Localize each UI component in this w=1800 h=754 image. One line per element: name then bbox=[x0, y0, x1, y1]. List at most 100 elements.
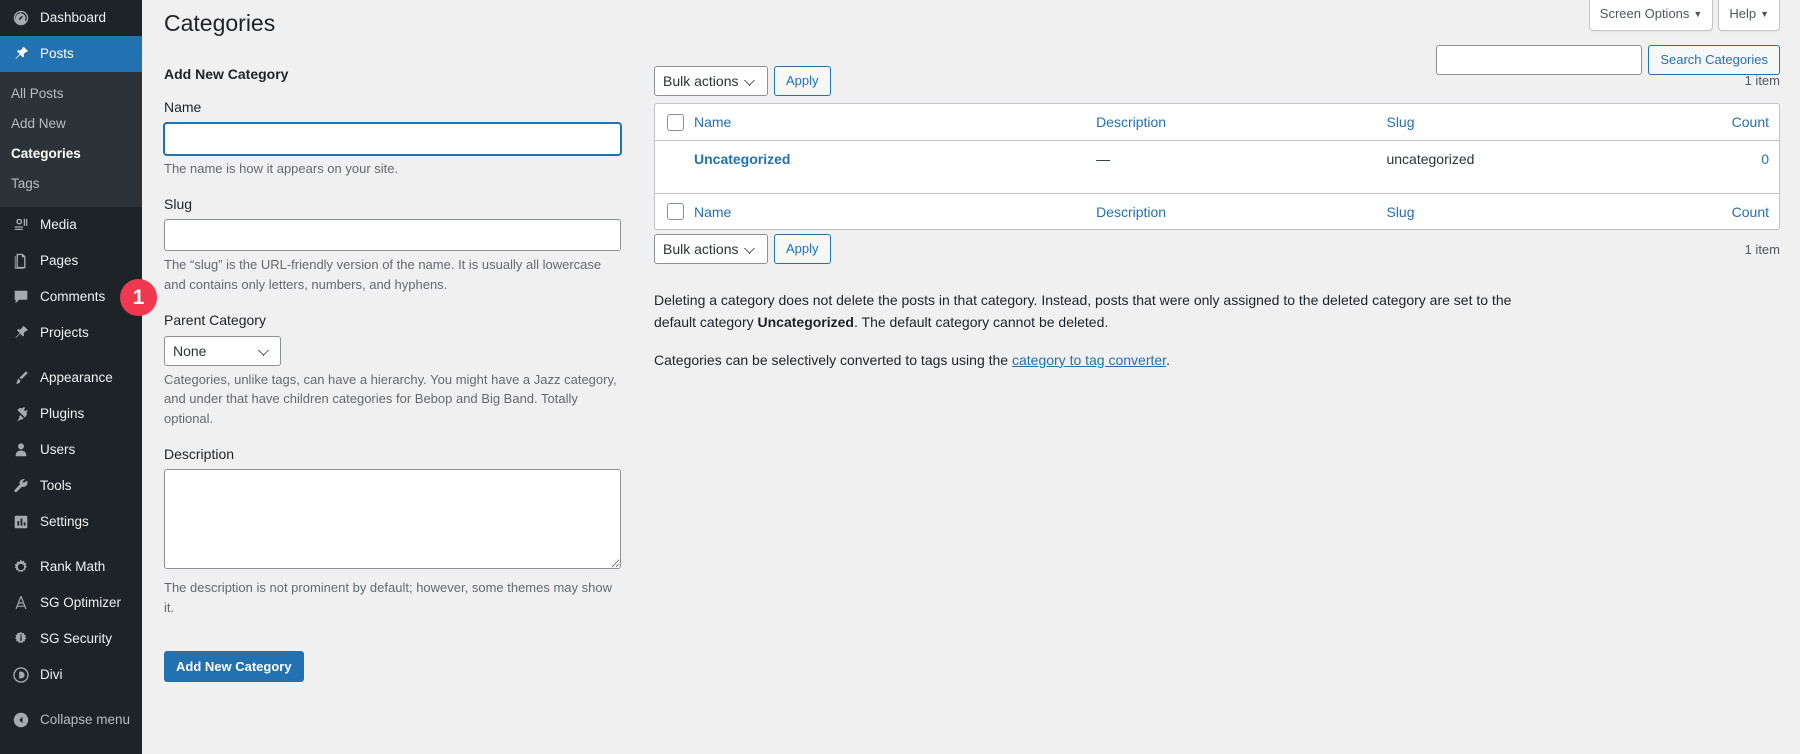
name-help-text: The name is how it appears on your site. bbox=[164, 159, 619, 179]
sidebar-item-label: Dashboard bbox=[40, 9, 106, 27]
name-input[interactable] bbox=[164, 123, 621, 155]
name-label: Name bbox=[164, 98, 621, 122]
add-new-category-submit-button[interactable]: Add New Category bbox=[164, 651, 304, 682]
sidebar-item-label: SG Optimizer bbox=[40, 594, 121, 612]
sidebar-item-label: Users bbox=[40, 441, 75, 459]
divi-icon bbox=[11, 665, 31, 685]
sidebar-item-pages[interactable]: Pages bbox=[0, 243, 142, 279]
row-select-cell bbox=[655, 141, 684, 193]
help-button[interactable]: Help▼ bbox=[1718, 0, 1780, 31]
search-input[interactable] bbox=[1436, 45, 1642, 75]
parent-category-select[interactable]: None bbox=[164, 336, 281, 366]
sidebar-item-plugins[interactable]: Plugins bbox=[0, 396, 142, 432]
sidebar-item-media[interactable]: Media bbox=[0, 207, 142, 243]
sidebar-item-label: Posts bbox=[40, 45, 74, 63]
form-title: Add New Category bbox=[164, 65, 621, 85]
sidebar-item-settings[interactable]: Settings bbox=[0, 504, 142, 540]
tablenav-bottom: Bulk actions Apply 1 item bbox=[654, 230, 1780, 268]
collapse-arrow-icon bbox=[11, 710, 31, 730]
column-footer-description[interactable]: Description bbox=[1086, 193, 1376, 230]
main-content: Screen Options▼ Help▼ Categories Search … bbox=[142, 0, 1800, 754]
sidebar-item-add-new[interactable]: Add New bbox=[0, 109, 142, 139]
plug-icon bbox=[11, 404, 31, 424]
table-footer-row: Name Description Slug Count bbox=[655, 193, 1779, 230]
select-all-checkbox[interactable] bbox=[667, 114, 684, 131]
category-name-link[interactable]: Uncategorized bbox=[694, 151, 790, 167]
page-title: Categories bbox=[164, 0, 1780, 43]
media-icon bbox=[11, 215, 31, 235]
sidebar-item-label: Settings bbox=[40, 513, 89, 531]
sidebar-item-divi[interactable]: Divi bbox=[0, 657, 142, 693]
slug-label: Slug bbox=[164, 195, 621, 219]
column-header-description[interactable]: Description bbox=[1086, 104, 1376, 141]
description-textarea[interactable] bbox=[164, 469, 621, 569]
apply-button-bottom[interactable]: Apply bbox=[774, 234, 831, 264]
table-head: Name Description Slug Count bbox=[655, 104, 1779, 141]
sidebar-item-posts[interactable]: Posts bbox=[0, 36, 142, 72]
screen-options-button[interactable]: Screen Options▼ bbox=[1589, 0, 1714, 31]
column-header-count[interactable]: Count bbox=[1645, 104, 1779, 141]
sidebar-item-tools[interactable]: Tools bbox=[0, 468, 142, 504]
brush-icon bbox=[11, 368, 31, 388]
sidebar-item-users[interactable]: Users bbox=[0, 432, 142, 468]
column-footer-count[interactable]: Count bbox=[1645, 193, 1779, 230]
annotation-badge-1: 1 bbox=[120, 279, 157, 316]
sidebar-item-rank-math[interactable]: Rank Math bbox=[0, 549, 142, 585]
sidebar-item-dashboard[interactable]: Dashboard bbox=[0, 0, 142, 36]
shield-gear-icon bbox=[11, 629, 31, 649]
converter-text-part-2: . bbox=[1166, 352, 1170, 368]
help-label: Help bbox=[1729, 6, 1756, 21]
chevron-down-icon: ▼ bbox=[1693, 9, 1702, 19]
sidebar-item-all-posts[interactable]: All Posts bbox=[0, 79, 142, 109]
wp-admin-screen: Dashboard Posts All Posts Add New Catego… bbox=[0, 0, 1800, 754]
converter-text-part-1: Categories can be selectively converted … bbox=[654, 352, 1012, 368]
sidebar-item-sg-security[interactable]: SG Security bbox=[0, 621, 142, 657]
comments-icon bbox=[11, 287, 31, 307]
select-all-footer bbox=[655, 193, 684, 230]
note-text-part-2: . The default category cannot be deleted… bbox=[854, 314, 1108, 330]
slug-input[interactable] bbox=[164, 219, 621, 251]
bulk-actions-select-top[interactable]: Bulk actions bbox=[654, 66, 768, 96]
screen-options-label: Screen Options bbox=[1600, 6, 1690, 21]
sidebar-separator bbox=[0, 540, 142, 549]
select-all-header bbox=[655, 104, 684, 141]
sidebar-item-label: SG Security bbox=[40, 630, 112, 648]
converter-note: Categories can be selectively converted … bbox=[654, 350, 1534, 372]
sidebar-item-label: Appearance bbox=[40, 369, 113, 387]
bulk-actions-bottom: Bulk actions Apply bbox=[654, 234, 831, 264]
sidebar-item-label: Projects bbox=[40, 324, 89, 342]
column-footer-slug[interactable]: Slug bbox=[1376, 193, 1644, 230]
sidebar-item-appearance[interactable]: Appearance bbox=[0, 360, 142, 396]
sidebar-item-label: Divi bbox=[40, 666, 63, 684]
category-count-link[interactable]: 0 bbox=[1761, 151, 1769, 167]
sidebar-subitem-label: Add New bbox=[11, 116, 66, 131]
search-categories-button[interactable]: Search Categories bbox=[1648, 45, 1780, 75]
column-footer-label: Count bbox=[1732, 204, 1769, 220]
sidebar-item-tags[interactable]: Tags bbox=[0, 169, 142, 199]
category-to-tag-converter-link[interactable]: category to tag converter bbox=[1012, 352, 1166, 368]
select-all-checkbox-footer[interactable] bbox=[667, 203, 684, 220]
sidebar-item-projects[interactable]: Projects bbox=[0, 315, 142, 351]
collapse-menu-button[interactable]: Collapse menu bbox=[0, 702, 142, 738]
description-field-group: Description The description is not promi… bbox=[164, 445, 621, 617]
sidebar-subitem-label: Categories bbox=[11, 146, 81, 161]
collapse-menu-label: Collapse menu bbox=[40, 711, 130, 729]
column-header-slug[interactable]: Slug bbox=[1376, 104, 1644, 141]
apply-button-top[interactable]: Apply bbox=[774, 66, 831, 96]
row-name-cell: Uncategorized bbox=[684, 141, 1086, 193]
add-category-form: Add New Category Name The name is how it… bbox=[164, 65, 641, 682]
parent-category-field-group: Parent Category None Categories, unlike … bbox=[164, 311, 621, 428]
sidebar-item-sg-optimizer[interactable]: SG Optimizer bbox=[0, 585, 142, 621]
row-count-cell: 0 bbox=[1645, 141, 1779, 193]
table-row: Uncategorized — uncategorized 0 bbox=[655, 141, 1779, 193]
column-header-name[interactable]: Name bbox=[684, 104, 1086, 141]
pages-icon bbox=[11, 251, 31, 271]
slug-help-text: The “slug” is the URL-friendly version o… bbox=[164, 255, 619, 294]
pin-icon bbox=[11, 323, 31, 343]
sg-optimizer-icon bbox=[11, 593, 31, 613]
wrench-icon bbox=[11, 476, 31, 496]
bulk-actions-select-bottom[interactable]: Bulk actions bbox=[654, 234, 768, 264]
row-description-cell: — bbox=[1086, 141, 1376, 193]
column-footer-name[interactable]: Name bbox=[684, 193, 1086, 230]
sidebar-item-categories[interactable]: Categories bbox=[0, 139, 142, 169]
